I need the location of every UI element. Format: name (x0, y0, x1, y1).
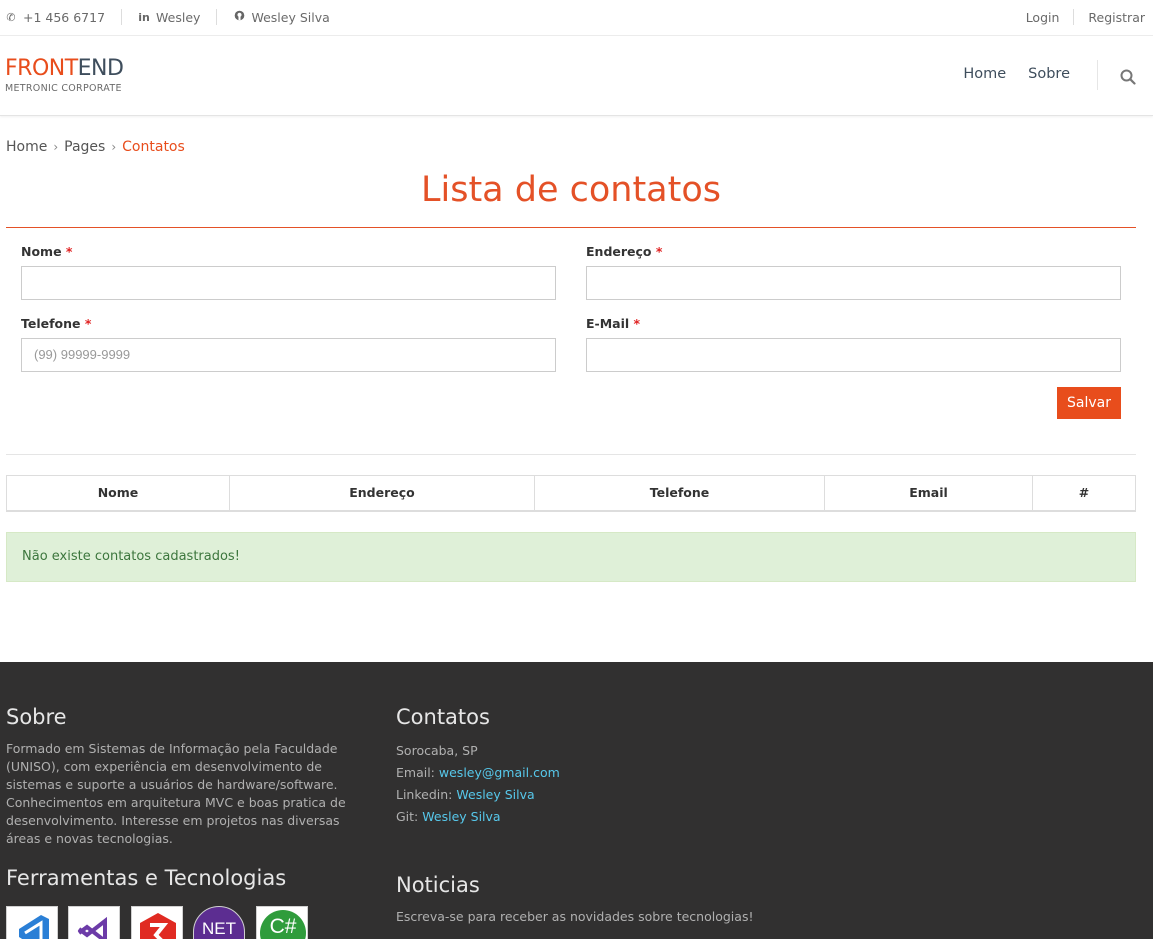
divider (1097, 60, 1098, 90)
footer-linkedin-label: Linkedin: (396, 787, 453, 802)
telefone-input[interactable]: (99) 99999-9999 (21, 338, 556, 372)
required-mark: * (65, 244, 73, 259)
footer-email-label: Email: (396, 765, 435, 780)
nome-label-text: Nome (21, 244, 62, 259)
site-header: FRONTEND METRONIC CORPORATE Home Sobre (0, 36, 1153, 116)
nav-sobre[interactable]: Sobre (1028, 66, 1070, 82)
breadcrumb-pages[interactable]: Pages (64, 139, 105, 155)
telefone-label: Telefone * (21, 316, 91, 331)
telefone-label-text: Telefone (21, 316, 81, 331)
endereco-label: Endereço * (586, 244, 662, 259)
footer-git-link[interactable]: Wesley Silva (422, 809, 500, 824)
footer-contacts-title: Contatos (396, 705, 490, 729)
nav-home[interactable]: Home (963, 66, 1006, 82)
logo-text-end: END (77, 56, 124, 81)
email-label: E-Mail * (586, 316, 640, 331)
github-label: Wesley Silva (251, 9, 330, 25)
register-link[interactable]: Registrar (1088, 10, 1145, 25)
nome-input[interactable] (21, 266, 556, 300)
nome-label: Nome * (21, 244, 72, 259)
phone-icon: ✆ (6, 10, 16, 24)
breadcrumb-home[interactable]: Home (6, 139, 47, 155)
column-header-nome[interactable]: Nome (7, 476, 230, 510)
footer-linkedin-line: Linkedin: Wesley Silva (396, 787, 535, 802)
footer-about-title: Sobre (6, 705, 67, 729)
endereco-input[interactable] (586, 266, 1121, 300)
column-header-actions: # (1078, 485, 1090, 500)
chevron-right-icon: › (111, 140, 117, 154)
csharp-icon: C# (256, 906, 308, 939)
divider (1073, 9, 1075, 25)
github-icon (233, 10, 245, 24)
column-header-telefone[interactable]: Telefone (535, 476, 825, 510)
empty-contacts-alert: Não existe contatos cadastrados! (6, 532, 1136, 582)
phone-info: ✆ +1 456 6717 (5, 10, 105, 25)
endereco-label-text: Endereço (586, 244, 652, 259)
logo[interactable]: FRONTEND METRONIC CORPORATE (5, 56, 124, 94)
save-button[interactable]: Salvar (1057, 387, 1121, 419)
email-input[interactable] (586, 338, 1121, 372)
breadcrumb-current: Contatos (122, 139, 185, 155)
scrum-icon (131, 906, 183, 939)
footer-git-line: Git: Wesley Silva (396, 809, 501, 824)
search-icon[interactable] (1120, 69, 1136, 85)
title-underline (6, 227, 1136, 228)
footer-tools-title: Ferramentas e Tecnologias (6, 866, 287, 890)
breadcrumb: Home › Pages › Contatos (6, 139, 185, 155)
divider (121, 9, 123, 25)
top-bar: ✆ +1 456 6717 in Wesley Wesley Silva Log… (0, 0, 1153, 36)
footer-email-link[interactable]: wesley@gmail.com (439, 765, 560, 780)
phone-number: +1 456 6717 (23, 9, 106, 25)
footer-news-title: Noticias (396, 873, 480, 897)
login-link[interactable]: Login (1026, 10, 1060, 25)
required-mark: * (655, 244, 663, 259)
email-label-text: E-Mail (586, 316, 630, 331)
visual-studio-icon (68, 906, 120, 939)
column-header-endereco[interactable]: Endereço (230, 476, 535, 510)
dotnet-label: NET (202, 919, 236, 938)
footer-linkedin-link[interactable]: Wesley Silva (456, 787, 534, 802)
csharp-label: C# (269, 915, 297, 938)
linkedin-link[interactable]: in Wesley (138, 10, 200, 25)
footer-news-text: Escreva-se para receber as novidades sob… (396, 909, 754, 924)
chevron-right-icon: › (53, 140, 59, 154)
logo-text-front: FRONT (5, 56, 78, 81)
telefone-placeholder: (99) 99999-9999 (34, 347, 131, 362)
main-nav: Home Sobre (941, 66, 1070, 82)
vscode-icon (6, 906, 58, 939)
required-mark: * (633, 316, 641, 331)
column-header-email[interactable]: Email (825, 476, 1033, 510)
linkedin-icon: in (138, 10, 150, 24)
contacts-table-header: Nome Endereço Telefone Email # (6, 475, 1136, 512)
github-link[interactable]: Wesley Silva (233, 9, 330, 25)
divider (216, 9, 218, 25)
divider (6, 454, 1136, 455)
footer-email-line: Email: wesley@gmail.com (396, 765, 560, 780)
required-mark: * (84, 316, 92, 331)
page-title: Lista de contatos (420, 170, 721, 210)
footer-git-label: Git: (396, 809, 419, 824)
footer-about-text: Formado em Sistemas de Informação pela F… (6, 741, 346, 846)
logo-subtitle: METRONIC CORPORATE (5, 83, 122, 94)
footer-location: Sorocaba, SP (396, 743, 478, 758)
linkedin-label: Wesley (156, 9, 201, 25)
